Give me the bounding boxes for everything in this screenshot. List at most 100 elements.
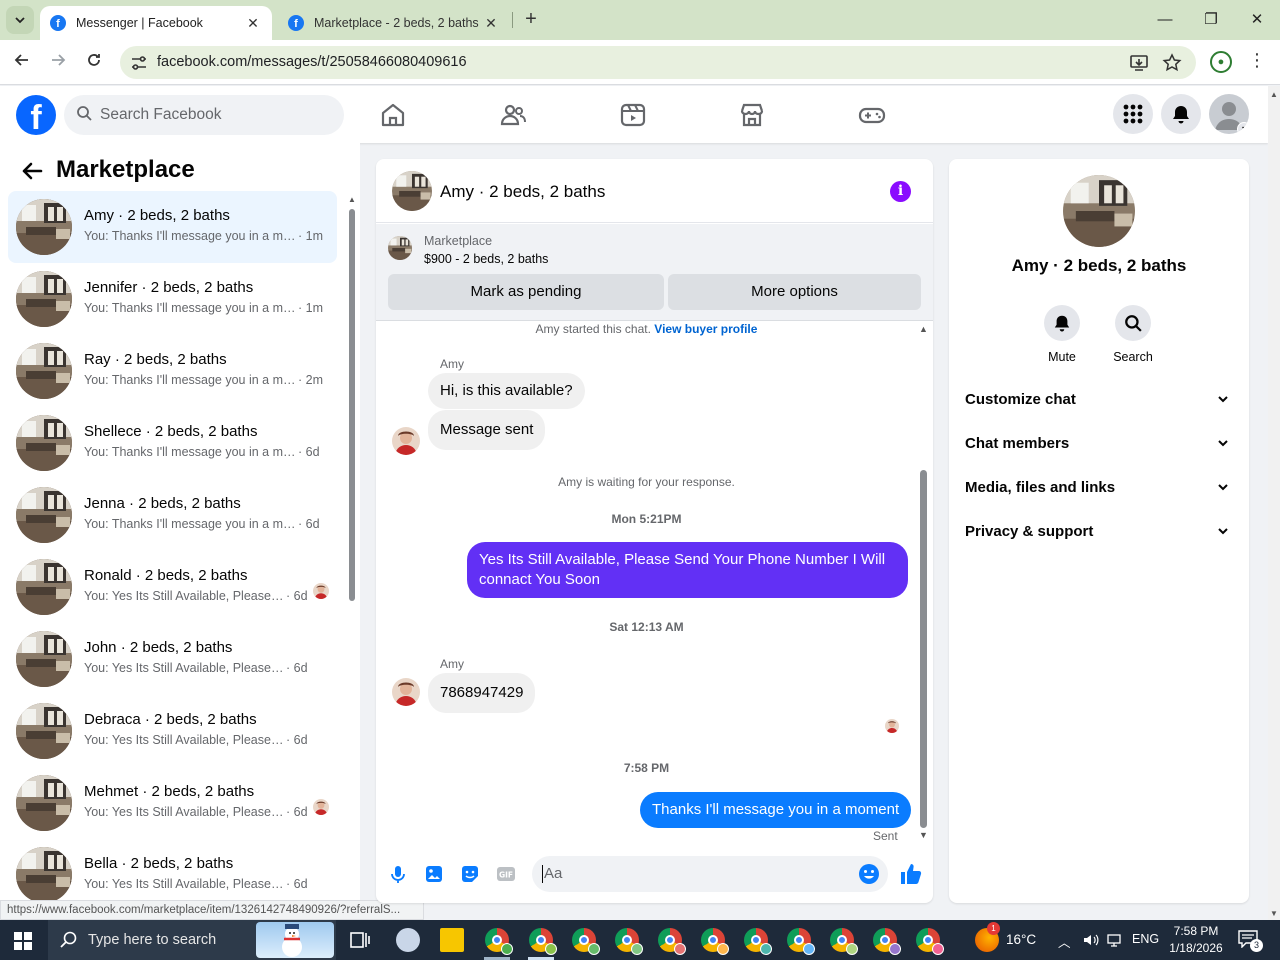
conversation-item[interactable]: Jenna · 2 beds, 2 baths You: Thanks I'll … [8, 479, 337, 551]
chrome-icon[interactable] [916, 928, 944, 955]
tab-messenger[interactable]: f Messenger | Facebook ✕ [40, 6, 272, 40]
site-settings-icon[interactable] [130, 54, 148, 72]
thumbs-up-icon[interactable] [899, 862, 923, 886]
more-options-button[interactable]: More options [668, 274, 921, 310]
chat-avatar[interactable] [392, 171, 432, 211]
language-indicator[interactable]: ENG [1132, 932, 1159, 946]
microphone-icon[interactable] [388, 864, 408, 884]
install-app-icon[interactable] [1128, 52, 1150, 74]
gif-icon[interactable]: GIF [496, 864, 516, 884]
conversation-item[interactable]: John · 2 beds, 2 baths You: Yes Its Still… [8, 623, 337, 695]
back-button[interactable] [9, 50, 35, 76]
close-tab-icon[interactable]: ✕ [482, 15, 500, 32]
incoming-message[interactable]: 7868947429 [428, 673, 536, 713]
conversation-item[interactable]: Amy · 2 beds, 2 baths You: Thanks I'll me… [8, 191, 337, 263]
video-icon[interactable] [618, 100, 648, 130]
taskbar-clock[interactable]: 7:58 PM 1/18/2026 [1166, 923, 1226, 957]
mark-as-pending-button[interactable]: Mark as pending [388, 274, 664, 310]
taskbar-search-box[interactable]: Type here to search [48, 920, 336, 960]
sticker-icon[interactable] [460, 864, 480, 884]
chrome-icon[interactable] [744, 928, 772, 955]
listing-thumbnail[interactable] [388, 236, 412, 260]
snowman-highlight-image[interactable] [256, 922, 334, 958]
page-scrollbar[interactable]: ▲ ▼ [1268, 86, 1280, 920]
mute-button[interactable]: Mute [1027, 305, 1097, 364]
back-arrow-icon[interactable] [20, 159, 44, 183]
chrome-icon[interactable] [830, 928, 858, 955]
conversation-item[interactable]: Ray · 2 beds, 2 baths You: Thanks I'll me… [8, 335, 337, 407]
forward-button[interactable] [45, 50, 71, 76]
chrome-icon[interactable] [658, 928, 686, 955]
chrome-icon[interactable] [873, 928, 901, 955]
incoming-message[interactable]: Message sent [428, 410, 546, 450]
notifications-button[interactable] [1161, 94, 1201, 134]
chrome-icon[interactable] [529, 928, 557, 955]
search-circle[interactable] [1115, 305, 1151, 341]
sidebar-scrollbar[interactable]: ▲ [347, 195, 357, 920]
conversation-item[interactable]: Ronald · 2 beds, 2 baths You: Yes Its Sti… [8, 551, 337, 623]
windows-start-icon[interactable] [14, 932, 32, 950]
scroll-up-arrow-icon[interactable]: ▲ [348, 195, 356, 204]
notification-center-button[interactable]: 3 [1238, 930, 1263, 952]
section-customize-chat[interactable]: Customize chat [957, 380, 1241, 420]
task-view-icon[interactable] [348, 928, 372, 952]
scroll-down-arrow-icon[interactable]: ▼ [919, 830, 928, 840]
view-buyer-profile-link[interactable]: View buyer profile [654, 322, 757, 336]
section-media-files-links[interactable]: Media, files and links [957, 468, 1241, 508]
tab-search-dropdown-button[interactable] [6, 6, 34, 34]
bookmark-star-icon[interactable] [1161, 52, 1183, 74]
app-icon-paint[interactable] [396, 928, 420, 952]
conversation-item[interactable]: Debraca · 2 beds, 2 baths You: Yes Its St… [8, 695, 337, 767]
message-input[interactable]: Aa [532, 856, 888, 892]
facebook-search-input[interactable]: Search Facebook [64, 95, 344, 135]
search-in-chat-button[interactable]: Search [1098, 305, 1168, 364]
conversation-item[interactable]: Shellece · 2 beds, 2 baths You: Thanks I'… [8, 407, 337, 479]
sender-avatar[interactable] [392, 427, 420, 455]
photo-icon[interactable] [424, 864, 444, 884]
gaming-icon[interactable] [857, 100, 887, 130]
address-bar[interactable]: facebook.com/messages/t/2505846608040961… [120, 46, 1196, 79]
sender-avatar[interactable] [392, 678, 420, 706]
scrollbar-thumb[interactable] [349, 209, 355, 601]
incoming-message[interactable]: Hi, is this available? [428, 373, 585, 409]
chat-title[interactable]: Amy · 2 beds, 2 baths [440, 182, 605, 202]
tab-marketplace[interactable]: f Marketplace - 2 beds, 2 baths | Ch ✕ [278, 6, 510, 40]
reload-button[interactable] [81, 50, 107, 76]
outgoing-message[interactable]: Yes Its Still Available, Please Send You… [467, 542, 908, 598]
chrome-icon[interactable] [787, 928, 815, 955]
restore-button[interactable]: ❐ [1196, 8, 1226, 32]
account-avatar[interactable]: ▾ [1209, 94, 1249, 134]
chat-scrollbar[interactable]: ▲ ▼ [917, 324, 929, 840]
weather-temp[interactable]: 16°C [1006, 932, 1036, 947]
scroll-up-arrow-icon[interactable]: ▲ [1270, 90, 1278, 99]
speaker-icon[interactable] [1082, 931, 1100, 949]
section-chat-members[interactable]: Chat members [957, 424, 1241, 464]
conversation-item[interactable]: Jennifer · 2 beds, 2 baths You: Thanks I'… [8, 263, 337, 335]
contact-avatar[interactable] [1063, 175, 1135, 247]
minimize-button[interactable]: — [1150, 8, 1180, 32]
mute-circle[interactable] [1044, 305, 1080, 341]
friends-icon[interactable] [498, 100, 528, 130]
chrome-icon[interactable] [572, 928, 600, 955]
listing-price[interactable]: $900 - 2 beds, 2 baths [424, 252, 548, 266]
facebook-logo[interactable]: f [16, 95, 56, 135]
outgoing-message[interactable]: Thanks I'll message you in a moment [640, 792, 912, 828]
section-privacy-support[interactable]: Privacy & support [957, 512, 1241, 552]
conversation-item[interactable]: Mehmet · 2 beds, 2 baths You: Yes Its Sti… [8, 767, 337, 839]
scrollbar-thumb[interactable] [920, 470, 927, 828]
chrome-icon[interactable] [701, 928, 729, 955]
close-tab-icon[interactable]: ✕ [244, 15, 262, 32]
network-icon[interactable] [1106, 931, 1124, 949]
close-window-button[interactable]: ✕ [1242, 8, 1272, 32]
browser-menu-icon[interactable]: ⋮ [1248, 50, 1266, 71]
chrome-icon[interactable] [485, 928, 513, 955]
menu-grid-button[interactable] [1113, 94, 1153, 134]
tray-chevron-up-icon[interactable]: ︿ [1058, 932, 1071, 951]
scroll-up-arrow-icon[interactable]: ▲ [919, 324, 928, 334]
home-icon[interactable] [378, 100, 408, 130]
new-tab-button[interactable]: + [520, 8, 542, 32]
marketplace-icon[interactable] [737, 100, 767, 130]
chrome-icon[interactable] [615, 928, 643, 955]
sticky-notes-icon[interactable] [440, 928, 464, 952]
scroll-down-arrow-icon[interactable]: ▼ [1270, 909, 1278, 918]
